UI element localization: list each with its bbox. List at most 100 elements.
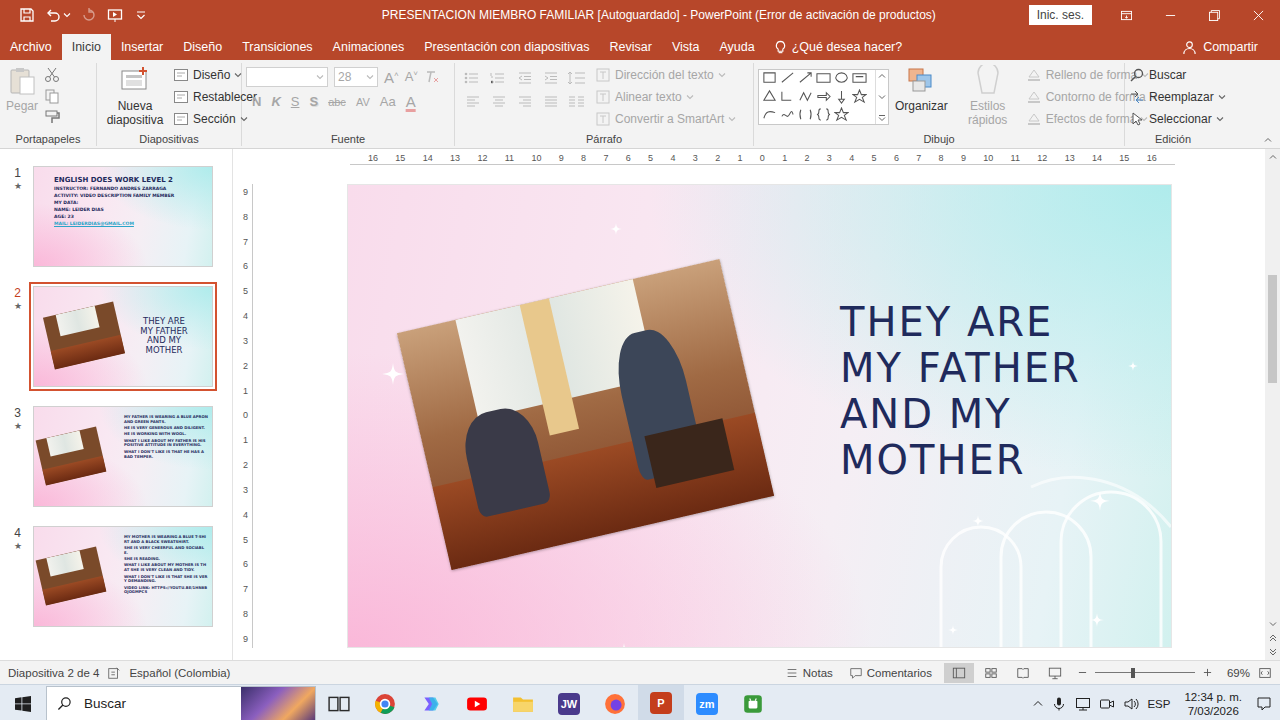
quick-styles-button[interactable]: Estilos rápidos — [954, 65, 1022, 127]
language-indicator[interactable]: Español (Colombia) — [129, 667, 230, 679]
shape-icon[interactable] — [852, 71, 867, 86]
zoom-level[interactable]: 69% — [1220, 667, 1250, 679]
ribbon-tab[interactable]: Archivo — [0, 34, 62, 60]
previous-slide-icon[interactable] — [1269, 634, 1277, 642]
ribbon-tab[interactable]: Inicio — [62, 34, 111, 60]
font-style-button[interactable]: abc — [328, 96, 346, 108]
shape-icon[interactable] — [816, 107, 831, 122]
numbering-icon[interactable] — [489, 70, 509, 86]
shape-icon[interactable] — [816, 71, 831, 86]
undo-dropdown-icon[interactable] — [63, 11, 71, 19]
slides-command[interactable]: Diseño — [173, 66, 257, 84]
start-from-beginning-icon[interactable] — [107, 7, 123, 23]
copy-icon[interactable] — [44, 88, 60, 104]
taskbar-app[interactable] — [592, 685, 638, 720]
shape-icon[interactable] — [834, 107, 849, 122]
ribbon-display-button[interactable] — [1104, 0, 1148, 30]
microphone-icon[interactable] — [1051, 696, 1067, 712]
grow-font-button[interactable]: A˄ — [384, 69, 399, 86]
minimize-button[interactable] — [1148, 0, 1192, 30]
font-style-button[interactable]: S — [291, 94, 300, 109]
zoom-knob[interactable] — [1131, 668, 1135, 678]
drawing-command[interactable]: Relleno de forma — [1026, 66, 1158, 84]
view-button[interactable] — [1040, 663, 1070, 683]
drawing-command[interactable]: Contorno de forma — [1026, 88, 1158, 106]
font-style-button[interactable]: N — [252, 94, 261, 109]
ribbon-tab[interactable]: Diseño — [173, 34, 232, 60]
shape-icon[interactable] — [816, 89, 831, 104]
shrink-font-button[interactable]: A˅ — [405, 69, 418, 84]
editing-command[interactable]: Seleccionar — [1129, 110, 1226, 128]
start-button[interactable] — [0, 685, 46, 720]
accessibility-icon[interactable] — [107, 666, 121, 680]
notes-button[interactable]: Notas — [781, 666, 837, 680]
paragraph-command[interactable]: Alinear texto — [595, 88, 736, 106]
paragraph-command[interactable]: Dirección del texto — [595, 66, 736, 84]
align-left-icon[interactable] — [463, 94, 483, 110]
collapse-ribbon-button[interactable] — [1264, 136, 1272, 144]
search-highlight-image[interactable] — [241, 687, 315, 720]
editing-command[interactable]: Reemplazar — [1129, 88, 1226, 106]
speaker-icon[interactable] — [1123, 696, 1139, 712]
view-button[interactable] — [1008, 663, 1038, 683]
slides-command[interactable]: Sección — [173, 110, 257, 128]
close-button[interactable] — [1236, 0, 1280, 30]
slide-thumbnail[interactable]: THEY ARE MY FATHER AND MY MOTHER — [33, 286, 213, 387]
input-language[interactable]: ESP — [1147, 698, 1170, 710]
shape-icon[interactable] — [798, 89, 813, 104]
tell-me-box[interactable]: ¿Qué desea hacer? — [773, 34, 903, 60]
font-style-button[interactable]: S — [309, 94, 318, 109]
share-button[interactable]: Compartir — [1182, 34, 1280, 60]
taskbar-app[interactable]: P — [638, 685, 684, 720]
ribbon-tab[interactable]: Transiciones — [232, 34, 322, 60]
undo-icon[interactable] — [45, 7, 61, 23]
notifications-icon[interactable] — [1256, 696, 1272, 712]
font-style-button[interactable]: A — [406, 93, 416, 110]
taskbar-app[interactable] — [362, 685, 408, 720]
show-hidden-icon[interactable] — [1033, 699, 1043, 709]
shape-icon[interactable] — [852, 89, 867, 104]
editing-command[interactable]: Buscar — [1129, 66, 1226, 84]
slide[interactable]: THEY ARE MY FATHER AND MY MOTHER — [347, 184, 1172, 648]
slides-command[interactable]: Restablecer — [173, 88, 257, 106]
view-button[interactable] — [976, 663, 1006, 683]
vertical-scrollbar[interactable] — [1265, 149, 1280, 660]
gallery-scroll[interactable] — [875, 70, 888, 124]
ribbon-tab[interactable]: Ayuda — [710, 34, 765, 60]
slide-title[interactable]: THEY ARE MY FATHER AND MY MOTHER — [840, 299, 1105, 483]
customize-toolbar-icon[interactable] — [133, 7, 149, 23]
format-painter-icon[interactable] — [44, 109, 60, 125]
shape-icon[interactable] — [798, 107, 813, 122]
scroll-thumb[interactable] — [1268, 275, 1277, 383]
sign-in-button[interactable]: Inic. ses. — [1029, 5, 1092, 25]
taskbar-search[interactable]: Buscar — [46, 686, 316, 720]
restore-button[interactable] — [1192, 0, 1236, 30]
scroll-up-icon[interactable] — [1269, 153, 1277, 161]
justify-icon[interactable] — [541, 94, 561, 110]
network-icon[interactable] — [1075, 696, 1091, 712]
columns-icon[interactable] — [567, 94, 587, 110]
taskbar-app[interactable] — [454, 685, 500, 720]
shape-icon[interactable] — [780, 107, 795, 122]
slide-thumbnail[interactable]: ENGLISH DOES WORK LEVEL 2INSTRUCTOR: FER… — [33, 166, 213, 267]
font-style-button[interactable]: Aa — [380, 94, 396, 109]
shape-icon[interactable] — [780, 89, 795, 104]
shape-icon[interactable] — [834, 71, 849, 86]
taskbar-app[interactable] — [316, 685, 362, 720]
ribbon-tab[interactable]: Animaciones — [323, 34, 415, 60]
font-style-button[interactable]: AV — [356, 96, 370, 108]
taskbar-app[interactable]: zm — [684, 685, 730, 720]
slide-thumbnail[interactable]: MY FATHER IS WEARING A BLUE APRON AND GR… — [33, 406, 213, 507]
ribbon-tab[interactable]: Revisar — [600, 34, 662, 60]
shape-icon[interactable] — [780, 71, 795, 86]
zoom-slider[interactable] — [1095, 667, 1195, 679]
taskbar-app[interactable] — [730, 685, 776, 720]
paragraph-command[interactable]: Convertir a SmartArt — [595, 110, 736, 128]
taskbar-app[interactable] — [500, 685, 546, 720]
fit-to-window-icon[interactable] — [1258, 666, 1272, 680]
taskbar-app[interactable] — [408, 685, 454, 720]
align-right-icon[interactable] — [515, 94, 535, 110]
clock[interactable]: 12:34 p. m.7/03/2026 — [1178, 690, 1248, 718]
ribbon-tab[interactable]: Presentación con diapositivas — [414, 34, 599, 60]
scroll-down-icon[interactable] — [1269, 620, 1277, 628]
